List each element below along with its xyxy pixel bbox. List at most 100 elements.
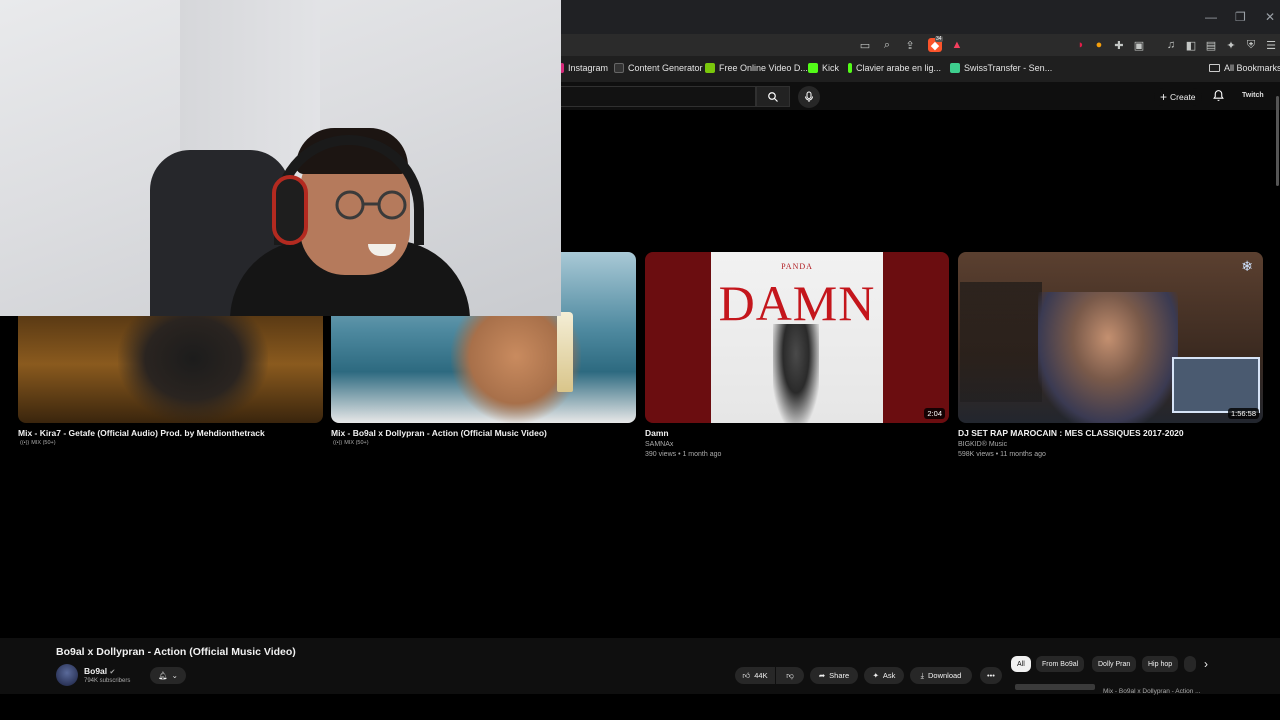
thumbnail-bottle xyxy=(557,312,573,392)
extension-icon-2[interactable]: ● xyxy=(1092,38,1106,52)
video-meta-3: 390 views • 1 month ago xyxy=(645,451,722,458)
next-up-title[interactable]: Mix - Bo9al x Dollypran - Action ... xyxy=(1103,688,1213,695)
keyboard-site-icon xyxy=(848,63,852,73)
vpn-icon[interactable]: ⛨ xyxy=(1244,38,1258,52)
search-button[interactable] xyxy=(756,86,790,107)
bookmark-swisstransfer[interactable]: SwissTransfer - Sen... xyxy=(950,63,1052,73)
bookmark-kick[interactable]: Kick xyxy=(808,63,839,73)
voice-search-button[interactable] xyxy=(798,86,820,108)
zoom-icon[interactable]: ⌕ xyxy=(880,38,894,52)
video-title-1[interactable]: Mix - Kira7 - Getafe (Official Audio) Pr… xyxy=(18,428,265,438)
download-arrow-icon xyxy=(705,63,715,73)
share-arrow-icon: ➦ xyxy=(818,671,826,680)
kick-icon xyxy=(808,63,818,73)
mix-icon: ((•)) xyxy=(20,440,30,446)
extension-icon-1[interactable]: ◗ xyxy=(1074,38,1088,52)
share-button[interactable]: ➦ Share xyxy=(810,667,858,684)
create-button[interactable]: + Create xyxy=(1154,88,1202,106)
bell-icon xyxy=(1213,90,1224,101)
minimize-icon[interactable]: — xyxy=(1205,10,1217,24)
microphone-icon xyxy=(805,91,813,102)
video-thumbnail-3[interactable]: PANDA DAMN 2:04 xyxy=(645,252,949,423)
video-meta-4: 598K views • 11 months ago xyxy=(958,451,1046,458)
headset-earcup xyxy=(272,175,308,245)
menu-icon[interactable]: ☰ xyxy=(1264,38,1278,52)
video-title-2[interactable]: Mix - Bo9al x Dollypran - Action (Offici… xyxy=(331,428,547,438)
thumbs-down-icon: 👎︎ xyxy=(786,670,794,680)
translate-icon[interactable]: ▣ xyxy=(1132,38,1146,52)
verified-icon: ✔ xyxy=(109,669,116,676)
share-page-icon[interactable]: ⇪ xyxy=(903,38,917,52)
cover-brand-text: PANDA xyxy=(781,262,813,271)
swisstransfer-icon xyxy=(950,63,960,73)
thumbnail-figure xyxy=(118,316,268,423)
dislike-button[interactable]: 👎︎ xyxy=(776,667,804,684)
video-title-4[interactable]: DJ SET RAP MAROCAIN : MES CLASSIQUES 201… xyxy=(958,428,1184,438)
cast-icon[interactable]: ▭ xyxy=(858,38,872,52)
more-horizontal-icon: ••• xyxy=(987,671,995,680)
video-thumbnail-1[interactable] xyxy=(18,316,323,423)
wallet-icon[interactable]: ▤ xyxy=(1204,38,1218,52)
chevron-right-icon[interactable]: › xyxy=(1204,657,1208,671)
like-button[interactable]: 👍︎ 44K xyxy=(735,667,775,684)
channel-avatar[interactable] xyxy=(56,664,78,686)
video-channel-3[interactable]: SAMNAx xyxy=(645,441,673,448)
sidebar-icon[interactable]: ◧ xyxy=(1184,38,1198,52)
glasses-icon xyxy=(335,190,407,220)
plus-icon: + xyxy=(1160,90,1168,104)
folder-icon xyxy=(1209,64,1220,72)
thumbs-up-icon: 👍︎ xyxy=(742,670,751,680)
subscribe-bell-button[interactable]: 🔔︎ ⌄ xyxy=(150,667,186,684)
extensions-icon[interactable]: ✚ xyxy=(1112,38,1126,52)
album-cover: PANDA DAMN xyxy=(711,252,883,423)
chip-all[interactable]: All xyxy=(1011,656,1031,672)
brave-rewards-icon[interactable]: ▲ xyxy=(950,38,964,52)
video-title-3[interactable]: Damn xyxy=(645,428,669,438)
thumbnail-figures xyxy=(1038,292,1178,423)
download-icon: ⤓ xyxy=(920,670,924,680)
search-input[interactable] xyxy=(560,86,756,107)
leo-ai-icon[interactable]: ✦ xyxy=(1224,38,1238,52)
webcam-overlay xyxy=(0,0,561,316)
page-scrollbar[interactable] xyxy=(1276,96,1279,186)
snowflake-logo-icon: ❄ xyxy=(1241,258,1253,274)
channel-name[interactable]: Bo9al ✔ xyxy=(84,666,115,676)
bookmark-clavier-arabe[interactable]: Clavier arabe en lig... xyxy=(848,63,941,73)
more-actions-button[interactable]: ••• xyxy=(980,667,1002,684)
subscriber-count: 794K subscribers xyxy=(84,678,131,684)
next-up-thumbnail[interactable] xyxy=(1015,684,1095,690)
video-thumbnail-4[interactable]: ❄ 1:56:58 xyxy=(958,252,1263,423)
screen: — ❐ ✕ ▭ ⌕ ⇪ ◆ 34 ▲ ◗ ● ✚ ▣ ♫ ◧ ▤ ✦ ⛨ ☰ I… xyxy=(0,0,1280,720)
mix-badge-1: ((•)) MIX (50+) xyxy=(20,440,56,446)
ask-button[interactable]: ✦ Ask xyxy=(864,667,904,684)
account-avatar[interactable]: Twitch xyxy=(1242,92,1264,99)
bookmark-instagram[interactable]: Instagram xyxy=(560,63,608,73)
chip-hip-hop[interactable]: Hip hop xyxy=(1142,656,1179,672)
bottom-strip xyxy=(0,694,1280,720)
chevron-down-icon: ⌄ xyxy=(171,671,178,680)
all-bookmarks[interactable]: All Bookmarks xyxy=(1209,63,1280,73)
webcam-inset xyxy=(1172,357,1260,413)
content-generator-icon xyxy=(614,63,624,73)
player-title: Bo9al x Dollypran - Action (Official Mus… xyxy=(56,646,296,658)
restore-icon[interactable]: ❐ xyxy=(1235,10,1246,24)
mix-badge-2: ((•)) MIX (50+) xyxy=(333,440,369,446)
stream-chat-overlay xyxy=(960,282,1042,402)
notifications-button[interactable] xyxy=(1212,89,1225,102)
video-channel-4[interactable]: BIGKID® Music xyxy=(958,441,1007,448)
chip-dolly-pran[interactable]: Dolly Pran xyxy=(1092,656,1137,672)
duration-badge-4: 1:56:58 xyxy=(1227,408,1259,419)
shield-count-badge: 34 xyxy=(935,36,943,42)
chip-overflow[interactable] xyxy=(1184,656,1196,672)
mix-icon: ((•)) xyxy=(333,440,343,446)
chip-from-bo9al[interactable]: From Bo9al xyxy=(1036,656,1085,672)
cover-figure xyxy=(773,324,819,423)
duration-badge-3: 2:04 xyxy=(924,408,945,419)
close-icon[interactable]: ✕ xyxy=(1265,10,1275,24)
download-button[interactable]: ⤓ Download xyxy=(910,667,972,684)
media-icon[interactable]: ♫ xyxy=(1164,38,1178,52)
sparkle-icon: ✦ xyxy=(872,671,879,680)
bookmark-content-generator[interactable]: Content Generator xyxy=(614,63,703,73)
bookmark-video-downloader[interactable]: Free Online Video D... xyxy=(705,63,808,73)
bell-icon: 🔔︎ xyxy=(158,671,168,680)
